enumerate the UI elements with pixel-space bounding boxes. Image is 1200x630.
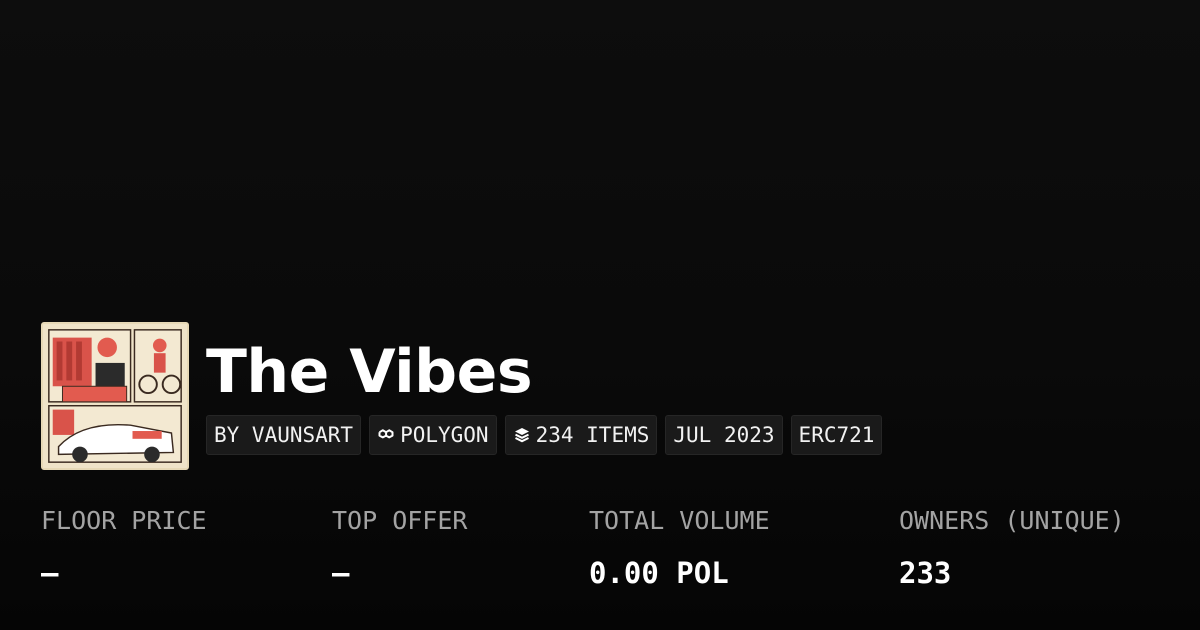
stat-value: – [41, 556, 59, 590]
stat-owners: OWNERS (UNIQUE) 233 [899, 505, 1125, 591]
collection-thumbnail [41, 322, 189, 470]
polygon-icon [377, 426, 395, 444]
creator-badge[interactable]: BY VAUNSART [206, 415, 362, 455]
standard-badge[interactable]: ERC721 [790, 415, 883, 455]
standard-label: ERC721 [798, 423, 875, 447]
stat-floor-price: FLOOR PRICE – [41, 505, 207, 591]
stat-value: 0.00 POL [589, 556, 729, 590]
stat-label: TOP OFFER [332, 506, 468, 535]
creator-label: BY VAUNSART [214, 423, 354, 447]
collection-artwork [43, 324, 187, 468]
stat-value: – [332, 556, 350, 590]
stat-label: TOTAL VOLUME [589, 506, 770, 535]
stat-value: 233 [899, 556, 952, 590]
collection-badges: BY VAUNSART POLYGON 234 ITEMS JUL 2023 E… [206, 415, 883, 455]
items-badge[interactable]: 234 ITEMS [504, 415, 658, 455]
chain-label: POLYGON [400, 423, 489, 447]
stat-total-volume: TOTAL VOLUME 0.00 POL [589, 505, 770, 591]
stat-label: OWNERS (UNIQUE) [899, 506, 1125, 535]
layers-icon [513, 426, 531, 444]
stat-top-offer: TOP OFFER – [332, 505, 467, 591]
chain-badge[interactable]: POLYGON [369, 415, 497, 455]
stat-label: FLOOR PRICE [41, 506, 207, 535]
collection-title: The Vibes [206, 337, 533, 407]
date-badge[interactable]: JUL 2023 [665, 415, 783, 455]
date-label: JUL 2023 [673, 423, 775, 447]
items-label: 234 ITEMS [535, 423, 650, 447]
